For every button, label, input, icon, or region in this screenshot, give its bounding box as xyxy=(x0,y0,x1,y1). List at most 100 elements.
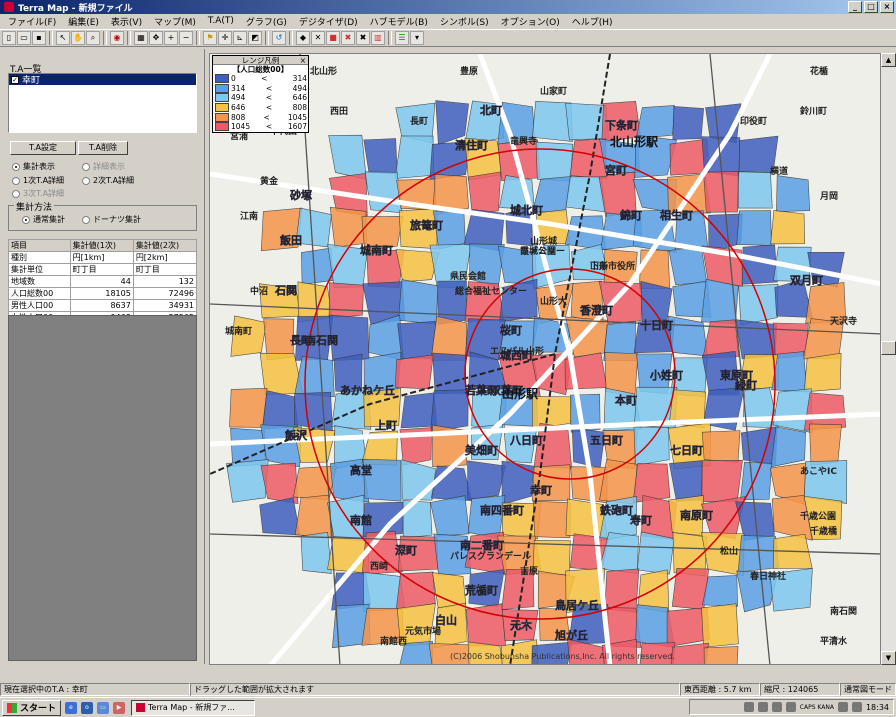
map-cell[interactable] xyxy=(770,426,806,468)
menu-hub-model[interactable]: ハブモデル(B) xyxy=(364,15,434,28)
flag-icon[interactable]: ⚑ xyxy=(203,31,217,45)
maximize-button[interactable]: □ xyxy=(864,1,878,13)
map-cell[interactable] xyxy=(740,461,773,500)
map-cell[interactable] xyxy=(535,141,574,182)
radio-tertiary-detail[interactable]: 3次T.A詳細 xyxy=(12,188,64,199)
task-terra-map[interactable]: Terra Map - 新規ファ... xyxy=(131,699,256,716)
map-cell[interactable] xyxy=(604,568,640,613)
save-icon[interactable]: ▪ xyxy=(32,31,46,45)
zoom-in-icon[interactable]: + xyxy=(164,31,178,45)
map-cell[interactable] xyxy=(636,531,675,575)
menu-help[interactable]: ヘルプ(H) xyxy=(566,15,619,28)
outlook-icon[interactable]: o xyxy=(81,701,94,714)
map-cell[interactable] xyxy=(702,575,738,607)
map-cell[interactable] xyxy=(395,354,434,390)
radio-detail-display[interactable]: 詳細表示 xyxy=(82,161,125,172)
open-folder-icon[interactable]: ▭ xyxy=(17,31,31,45)
map-cell[interactable] xyxy=(738,284,779,326)
list-item[interactable]: ✓ 幸町 xyxy=(9,74,196,86)
map-cell[interactable] xyxy=(398,279,439,325)
scroll-up-arrow-icon[interactable]: ▲ xyxy=(881,53,896,67)
area-icon[interactable]: ◩ xyxy=(248,31,262,45)
map-cell[interactable] xyxy=(531,395,573,430)
map-cell[interactable] xyxy=(294,494,334,538)
map-cell[interactable] xyxy=(533,500,571,539)
radio-aggregate-display[interactable]: 集計表示 xyxy=(12,161,55,172)
menu-edit[interactable]: 編集(E) xyxy=(62,15,105,28)
map-cell[interactable] xyxy=(363,138,398,175)
map-cell[interactable] xyxy=(703,171,739,213)
map-cell[interactable] xyxy=(809,423,842,466)
map-cell[interactable] xyxy=(635,105,675,139)
map-cell[interactable] xyxy=(703,646,739,665)
start-button[interactable]: スタート xyxy=(2,699,62,716)
map-cell[interactable] xyxy=(632,463,671,503)
menu-graph[interactable]: グラフ(G) xyxy=(240,15,293,28)
map-cell[interactable] xyxy=(668,246,708,286)
map-cell[interactable] xyxy=(803,352,842,393)
refresh-icon[interactable]: ↺ xyxy=(272,31,286,45)
ie-icon[interactable]: e xyxy=(65,701,78,714)
menu-view[interactable]: 表示(V) xyxy=(105,15,148,28)
map-cell[interactable] xyxy=(293,465,337,500)
thematic-map[interactable]: 下条町城西町清住町旅篭町城南町桜町双葉町香澄町若葉町八日町幸町五日町美畑町南四番… xyxy=(210,54,881,665)
radio-secondary-detail[interactable]: 2次T.A詳細 xyxy=(82,175,134,186)
ta-erase-icon[interactable]: ✖ xyxy=(356,31,370,45)
legend-titlebar[interactable]: レンジ凡例 × xyxy=(213,56,308,65)
scroll-down-arrow-icon[interactable]: ▼ xyxy=(881,651,896,665)
menu-file[interactable]: ファイル(F) xyxy=(2,15,62,28)
close-button[interactable]: × xyxy=(880,1,894,13)
ta-delete-button[interactable]: T.A削除 xyxy=(78,141,128,155)
pan-hand-icon[interactable]: ✋ xyxy=(71,31,85,45)
radio-aggregation-normal[interactable]: 通常集計 xyxy=(22,214,65,225)
scroll-thumb[interactable] xyxy=(881,341,896,355)
compass-icon[interactable]: ✛ xyxy=(218,31,232,45)
move-icon[interactable]: ✥ xyxy=(149,31,163,45)
menu-option[interactable]: オプション(O) xyxy=(495,15,566,28)
map-cell[interactable] xyxy=(672,106,704,140)
grid-icon[interactable]: ▦ xyxy=(134,31,148,45)
tray-app-icon[interactable] xyxy=(837,702,848,712)
stop-icon[interactable]: ◉ xyxy=(110,31,124,45)
map-cell[interactable] xyxy=(701,459,743,503)
map-cell[interactable] xyxy=(229,388,268,428)
map-cell[interactable] xyxy=(465,603,507,647)
legend-close-icon[interactable]: × xyxy=(300,56,306,65)
map-cell[interactable] xyxy=(701,430,741,463)
map-cell[interactable] xyxy=(701,603,739,648)
minimize-button[interactable]: _ xyxy=(848,1,862,13)
map-cell[interactable] xyxy=(432,352,467,394)
map-cell[interactable] xyxy=(737,171,773,209)
map-cell[interactable] xyxy=(430,495,470,537)
map-cell[interactable] xyxy=(397,320,437,360)
map-cell[interactable] xyxy=(770,210,806,245)
range-legend[interactable]: レンジ凡例 × 【人口総数00】 0 <314 314 <494 494 <646 646 <… xyxy=(212,55,309,133)
ruler-icon[interactable]: ⊾ xyxy=(233,31,247,45)
map-cell[interactable] xyxy=(467,171,502,215)
map-cell[interactable] xyxy=(262,390,299,430)
erase-icon[interactable]: ✖ xyxy=(341,31,355,45)
symbol-icon[interactable]: ◆ xyxy=(296,31,310,45)
media-icon[interactable]: ▶ xyxy=(113,701,126,714)
map-cell[interactable] xyxy=(294,356,335,398)
chart-icon[interactable]: ▥ xyxy=(371,31,385,45)
ta-listbox[interactable]: ✓ 幸町 xyxy=(8,73,197,133)
menu-map[interactable]: マップ(M) xyxy=(148,15,202,28)
map-cell[interactable] xyxy=(364,171,403,214)
menu-digitizer[interactable]: デジタイザ(D) xyxy=(293,15,364,28)
tray-app-icon[interactable] xyxy=(851,702,862,712)
zoom-rect-icon[interactable]: ⌕ xyxy=(86,31,100,45)
dropdown-arrow-icon[interactable]: ▾ xyxy=(410,31,424,45)
map-vertical-scrollbar[interactable]: ▲ ▼ xyxy=(881,53,896,665)
map-cell[interactable] xyxy=(633,426,670,466)
color-fill-icon[interactable]: ■ xyxy=(326,31,340,45)
tray-app-icon[interactable] xyxy=(785,702,796,712)
select-arrow-icon[interactable]: ↖ xyxy=(56,31,70,45)
map-cell[interactable] xyxy=(736,210,772,246)
radio-primary-detail[interactable]: 1次T.A詳細 xyxy=(12,175,64,186)
list-icon[interactable]: ☰ xyxy=(395,31,409,45)
map-cell[interactable] xyxy=(329,206,367,248)
desktop-icon[interactable]: ▭ xyxy=(97,701,110,714)
new-file-icon[interactable]: ▯ xyxy=(2,31,16,45)
map-view[interactable]: 下条町 城西町 清住町 旅篭町 城南町 桜町 双葉町 香澄町 若葉町 八日町 幸町 五日町 美畑町 南四番… xyxy=(209,53,881,665)
